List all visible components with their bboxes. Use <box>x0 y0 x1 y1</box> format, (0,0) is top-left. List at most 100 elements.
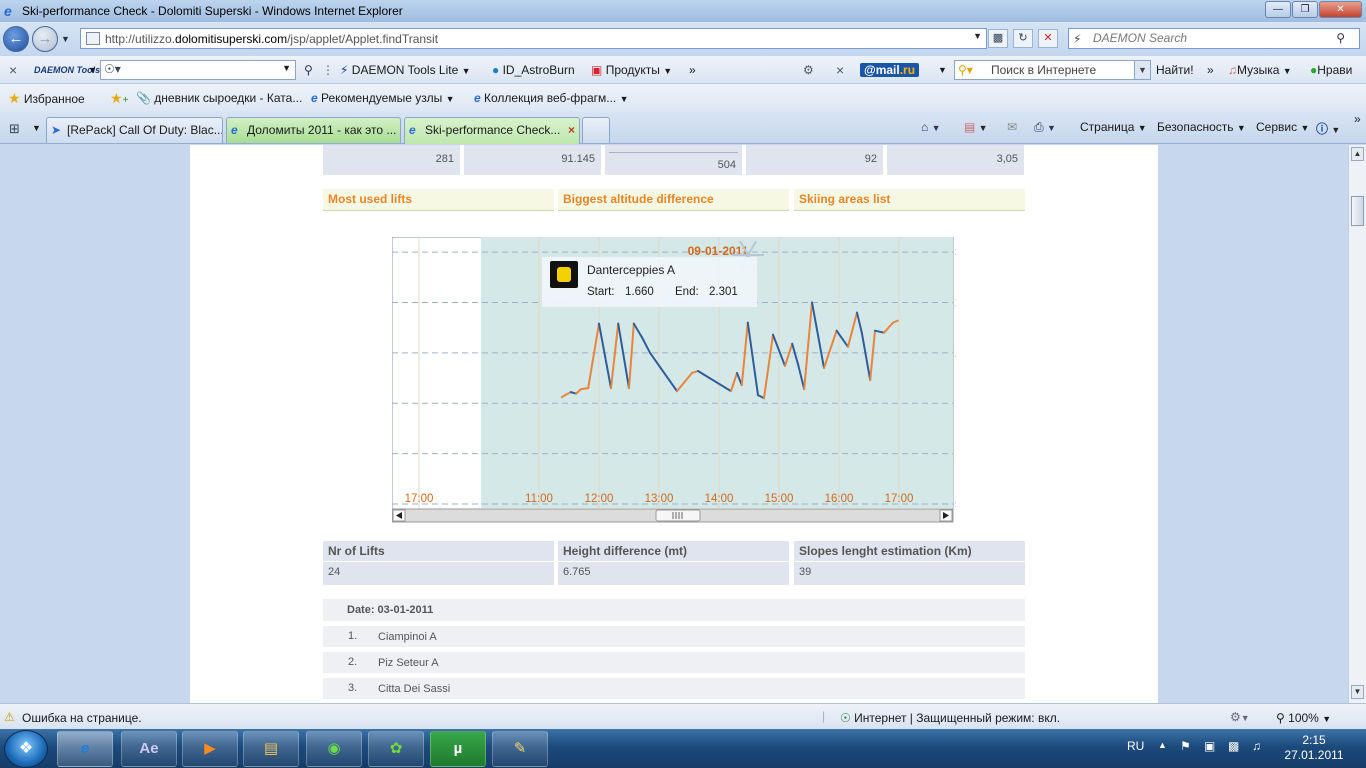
mail-dropdown-icon[interactable]: ▼ <box>938 61 947 79</box>
daemon-search-combo[interactable]: ☉▾ ▼ <box>100 60 296 80</box>
tab-call-of-duty[interactable]: ➤ [RePack] Call Of Duty: Blac... <box>46 117 223 143</box>
daemon-search-icon: ⚡ <box>1073 32 1082 46</box>
skiing-areas-link[interactable]: Skiing areas list <box>794 189 1025 211</box>
favorites-bar: ★ Избранное ★+ 📎 дневник сыроедки - Ката… <box>0 84 1366 112</box>
help-icon[interactable]: ⓘ ▼ <box>1316 120 1340 137</box>
products-menu[interactable]: ▣ Продукты ▼ <box>591 61 672 79</box>
quick-tabs-icon[interactable]: ⊞ <box>9 121 20 137</box>
mailru-logo-main: @mail <box>864 63 900 77</box>
language-indicator[interactable]: RU <box>1127 739 1144 753</box>
mail-icon[interactable]: ✉ <box>1007 120 1017 134</box>
search-dropdown-icon[interactable]: ▼ <box>1134 61 1150 79</box>
internet-explorer-taskbar-icon[interactable]: e <box>57 731 113 767</box>
back-button[interactable]: ← <box>3 26 29 52</box>
refresh-icon[interactable]: ↻ <box>1013 29 1033 48</box>
page-scrollbar[interactable]: ▲ ▼ <box>1348 145 1366 703</box>
x-tick-label: 17:00 <box>405 493 434 505</box>
music-menu[interactable]: ♫Музыка ▼ <box>1228 61 1292 79</box>
tab-list-dropdown-icon[interactable]: ▼ <box>32 123 41 133</box>
stat-cell: 91.145 <box>464 145 601 175</box>
search-tool-icon[interactable]: ⚲ <box>304 61 313 79</box>
scroll-thumb[interactable] <box>655 509 701 522</box>
favorite-item[interactable]: 📎 дневник сыроедки - Ката... <box>136 90 302 108</box>
system-clock[interactable]: 2:15 27.01.2011 <box>1282 733 1346 763</box>
settings-gear-icon[interactable]: ⚙ <box>803 61 814 79</box>
utorrent-taskbar-icon[interactable]: µ <box>430 731 486 767</box>
daemon-tools-lite-button[interactable]: ⚡ DAEMON Tools Lite ▼ <box>340 61 471 79</box>
start-button[interactable]: ❖ <box>4 730 48 768</box>
plus-icon: + <box>122 95 129 106</box>
page-scroll-thumb[interactable] <box>1351 196 1364 226</box>
altitude-chart[interactable]: 09-01-2011 50010001500200025003000 50010… <box>357 236 982 523</box>
close-toolbar-icon[interactable]: × <box>9 61 17 79</box>
stop-icon[interactable]: ✕ <box>1038 29 1058 48</box>
maximize-button[interactable]: ❐ <box>1292 1 1318 18</box>
list-item[interactable]: 3. Citta Dei Sassi <box>323 678 1025 699</box>
new-tab-button[interactable] <box>582 117 610 143</box>
scroll-up-button[interactable]: ▲ <box>1351 147 1364 161</box>
most-used-lifts-link[interactable]: Most used lifts <box>323 189 554 211</box>
compatibility-view-icon[interactable]: ▩ <box>988 29 1008 48</box>
scroll-down-button[interactable]: ▼ <box>1351 685 1364 699</box>
volume-icon[interactable]: ♫ <box>1252 739 1261 753</box>
list-item[interactable]: 1. Ciampinoi A <box>323 626 1025 647</box>
x-tick-label: 16:00 <box>825 493 854 505</box>
address-input[interactable]: http://utilizzo. dolomitisuperski.com/jsp… <box>80 28 987 49</box>
address-dropdown-icon[interactable]: ▼ <box>973 31 982 41</box>
tab-dolomity[interactable]: e Доломиты 2011 - как это ... <box>226 117 401 143</box>
service-menu[interactable]: Сервис ▼ <box>1256 120 1309 134</box>
security-zone[interactable]: ☉ Интернет | Защищенный режим: вкл. <box>840 711 1060 725</box>
likes-menu[interactable]: ●Нрави <box>1310 61 1352 79</box>
forward-button[interactable]: → <box>32 26 58 52</box>
warning-icon[interactable]: ⚠ <box>4 710 15 724</box>
more-chevron-icon[interactable]: » <box>1207 61 1214 79</box>
mailru-logo-suffix: .ru <box>899 63 916 77</box>
more-chevron-icon[interactable]: » <box>689 61 696 79</box>
search-icon[interactable]: ⚲ <box>1336 29 1345 48</box>
zoom-control[interactable]: ⚲ 100% ▼ <box>1276 711 1331 725</box>
device-icon[interactable]: ▣ <box>1204 739 1215 753</box>
close-window-button[interactable]: ✕ <box>1319 1 1362 18</box>
search-input[interactable]: ⚡ DAEMON Search ⚲ <box>1068 28 1360 49</box>
page-menu[interactable]: Страница ▼ <box>1080 120 1147 134</box>
favorite-item[interactable]: e Рекомендуемые узлы ▼ <box>311 90 454 108</box>
mailru-logo[interactable]: @mail.ru <box>860 61 920 79</box>
astroburn-button[interactable]: ● ID_AstroBurn <box>492 61 575 79</box>
daemon-tools-logo[interactable]: DAEMON Tools <box>34 61 100 79</box>
y-tick-label: 500 <box>955 497 956 511</box>
show-hidden-icons-icon[interactable]: ▲ <box>1158 740 1167 750</box>
paint-taskbar-icon[interactable]: ✎ <box>492 731 548 767</box>
explorer-folder-taskbar-icon[interactable]: ▤ <box>243 731 299 767</box>
protected-mode-icon[interactable]: ⚙▼ <box>1230 710 1250 724</box>
combo-dropdown-icon[interactable]: ▼ <box>282 63 291 73</box>
more-commands-icon[interactable]: » <box>1354 112 1361 126</box>
action-center-flag-icon[interactable]: ⚑ <box>1180 739 1191 753</box>
add-favorite-icon[interactable]: ★+ <box>110 90 128 108</box>
chart-scrollbar[interactable] <box>391 508 954 523</box>
chevron-down-icon: ▼ <box>1282 66 1292 76</box>
biggest-altitude-link[interactable]: Biggest altitude difference <box>558 189 789 211</box>
network-icon[interactable]: ▩ <box>1228 739 1239 753</box>
network-app-taskbar-icon[interactable]: ◉ <box>306 731 362 767</box>
list-item[interactable]: 2. Piz Seteur A <box>323 652 1025 673</box>
icq-taskbar-icon[interactable]: ✿ <box>368 731 424 767</box>
close-tab-icon[interactable]: × <box>568 118 575 142</box>
status-error-text[interactable]: Ошибка на странице. <box>22 711 142 725</box>
daemon-menu-dropdown-icon[interactable]: ▼ <box>88 61 97 79</box>
close-mail-toolbar-icon[interactable]: × <box>836 61 844 79</box>
favorites-button[interactable]: ★ Избранное <box>8 90 85 108</box>
find-button[interactable]: Найти! <box>1156 61 1194 79</box>
feeds-icon[interactable]: ▤ ▼ <box>964 120 988 134</box>
window-title: Ski-performance Check - Dolomiti Supersk… <box>22 4 403 18</box>
tab-ski-performance[interactable]: e Ski-performance Check... × <box>404 117 580 144</box>
home-icon[interactable]: ⌂ ▼ <box>921 120 941 134</box>
history-dropdown-icon[interactable]: ▼ <box>61 34 70 44</box>
internet-search-input[interactable]: ⚲▾ Поиск в Интернете ▼ <box>954 60 1151 80</box>
print-icon[interactable]: ⎙ ▼ <box>1034 120 1056 135</box>
minimize-button[interactable]: — <box>1265 1 1291 18</box>
media-player-taskbar-icon[interactable]: ▶ <box>182 731 238 767</box>
addon-toolbar: × DAEMON Tools ▼ ☉▾ ▼ ⚲ ⋮ ⚡ DAEMON Tools… <box>0 56 1366 84</box>
after-effects-taskbar-icon[interactable]: Ae <box>121 731 177 767</box>
safety-menu[interactable]: Безопасность ▼ <box>1157 120 1246 134</box>
favorite-item[interactable]: e Коллекция веб-фрагм... ▼ <box>474 90 629 108</box>
